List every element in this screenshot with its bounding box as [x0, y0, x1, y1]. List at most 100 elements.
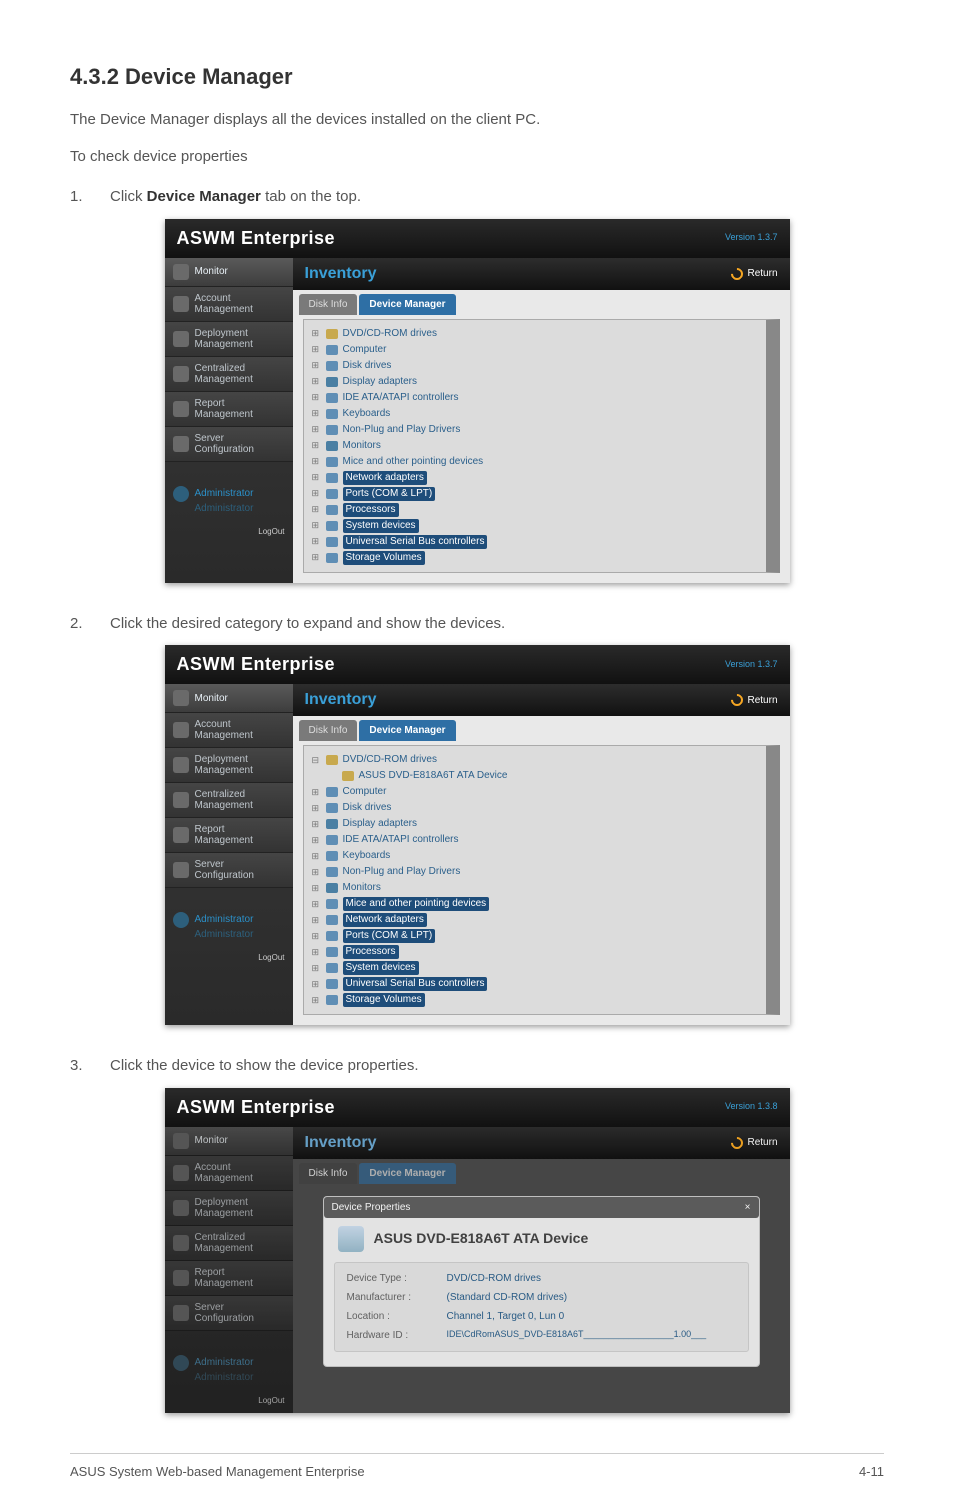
tree-item[interactable]: Display adapters: [343, 375, 417, 389]
tree-item[interactable]: Non-Plug and Play Drivers: [343, 423, 461, 437]
expand-icon[interactable]: ⊞: [312, 818, 321, 831]
expand-icon[interactable]: ⊞: [312, 503, 321, 516]
sidebar-item-centralized[interactable]: Centralized Management: [165, 1226, 293, 1261]
tree-item[interactable]: DVD/CD-ROM drives: [343, 327, 437, 341]
expand-icon[interactable]: ⊞: [312, 850, 321, 863]
sidebar-item-label: Report Management: [195, 1267, 285, 1289]
tree-item[interactable]: Display adapters: [343, 817, 417, 831]
logout-link[interactable]: LogOut: [165, 952, 293, 970]
tree-item[interactable]: Computer: [343, 343, 387, 357]
tab-device-manager[interactable]: Device Manager: [359, 720, 455, 741]
tree-item[interactable]: Storage Volumes: [343, 551, 425, 565]
sidebar-item-server[interactable]: Server Configuration: [165, 1296, 293, 1331]
tree-item[interactable]: Processors: [343, 945, 399, 959]
sidebar-item-monitor[interactable]: Monitor: [165, 684, 293, 713]
expand-icon[interactable]: ⊞: [312, 407, 321, 420]
sidebar-item-monitor[interactable]: Monitor: [165, 1127, 293, 1156]
sidebar-item-monitor[interactable]: Monitor: [165, 258, 293, 287]
expand-icon[interactable]: ⊞: [312, 423, 321, 436]
sidebar-item-account[interactable]: Account Management: [165, 287, 293, 322]
return-button[interactable]: Return: [731, 266, 777, 281]
tab-device-manager[interactable]: Device Manager: [359, 1163, 455, 1184]
expand-icon[interactable]: ⊞: [312, 946, 321, 959]
expand-icon[interactable]: ⊞: [312, 786, 321, 799]
expand-icon[interactable]: ⊞: [312, 930, 321, 943]
sidebar-item-report[interactable]: Report Management: [165, 1261, 293, 1296]
sidebar-item-server[interactable]: Server Configuration: [165, 853, 293, 888]
tree-item[interactable]: Processors: [343, 503, 399, 517]
tree-item[interactable]: Mice and other pointing devices: [343, 455, 484, 469]
logout-link[interactable]: LogOut: [165, 1395, 293, 1413]
tree-item[interactable]: Universal Serial Bus controllers: [343, 535, 488, 549]
collapse-icon[interactable]: ⊟: [312, 754, 321, 767]
expand-icon[interactable]: ⊞: [312, 978, 321, 991]
tree-item[interactable]: System devices: [343, 519, 419, 533]
expand-icon[interactable]: ⊞: [312, 519, 321, 532]
tree-item[interactable]: Keyboards: [343, 849, 391, 863]
expand-icon[interactable]: ⊞: [312, 439, 321, 452]
tree-item[interactable]: DVD/CD-ROM drives: [343, 753, 437, 767]
expand-icon[interactable]: ⊞: [312, 834, 321, 847]
tree-item[interactable]: Monitors: [343, 881, 381, 895]
tree-item[interactable]: IDE ATA/ATAPI controllers: [343, 391, 459, 405]
expand-icon[interactable]: ⊞: [312, 962, 321, 975]
tree-item[interactable]: Network adapters: [343, 471, 427, 485]
expand-icon[interactable]: ⊞: [312, 535, 321, 548]
expand-icon[interactable]: ⊞: [312, 327, 321, 340]
tree-item[interactable]: Keyboards: [343, 407, 391, 421]
expand-icon[interactable]: ⊞: [312, 802, 321, 815]
sidebar-item-account[interactable]: Account Management: [165, 713, 293, 748]
tree-item[interactable]: Disk drives: [343, 801, 392, 815]
return-button[interactable]: Return: [731, 1135, 777, 1150]
sidebar-item-account[interactable]: Account Management: [165, 1156, 293, 1191]
tab-disk-info[interactable]: Disk Info: [299, 720, 358, 741]
expand-icon[interactable]: ⊞: [312, 391, 321, 404]
field-value: DVD/CD-ROM drives: [447, 1271, 541, 1286]
sidebar-item-centralized[interactable]: Centralized Management: [165, 783, 293, 818]
tree-item[interactable]: Disk drives: [343, 359, 392, 373]
expand-icon[interactable]: ⊞: [312, 551, 321, 564]
tree-item[interactable]: System devices: [343, 961, 419, 975]
sidebar-item-report[interactable]: Report Management: [165, 818, 293, 853]
mouse-icon: [326, 457, 338, 467]
tree-item[interactable]: Mice and other pointing devices: [343, 897, 490, 911]
sidebar-item-label: Centralized Management: [195, 1232, 285, 1254]
expand-icon[interactable]: ⊞: [312, 914, 321, 927]
tree-item[interactable]: Ports (COM & LPT): [343, 487, 436, 501]
tree-item[interactable]: IDE ATA/ATAPI controllers: [343, 833, 459, 847]
expand-icon[interactable]: ⊞: [312, 487, 321, 500]
tab-disk-info[interactable]: Disk Info: [299, 1163, 358, 1184]
return-button[interactable]: Return: [731, 693, 777, 708]
tree-item[interactable]: Computer: [343, 785, 387, 799]
tree-child-item[interactable]: ASUS DVD-E818A6T ATA Device: [359, 769, 508, 783]
close-icon[interactable]: ×: [745, 1200, 751, 1215]
expand-icon[interactable]: ⊞: [312, 898, 321, 911]
sidebar-item-deployment[interactable]: Deployment Management: [165, 1191, 293, 1226]
return-label: Return: [747, 266, 777, 281]
tree-item[interactable]: Non-Plug and Play Drivers: [343, 865, 461, 879]
sidebar-item-server[interactable]: Server Configuration: [165, 427, 293, 462]
expand-icon[interactable]: ⊞: [312, 375, 321, 388]
expand-icon[interactable]: ⊞: [312, 866, 321, 879]
logout-link[interactable]: LogOut: [165, 526, 293, 544]
expand-icon[interactable]: ⊞: [312, 471, 321, 484]
sidebar-item-centralized[interactable]: Centralized Management: [165, 357, 293, 392]
app-titlebar: ASWM Enterprise Version 1.3.7: [165, 645, 790, 684]
tab-disk-info[interactable]: Disk Info: [299, 294, 358, 315]
tab-device-manager[interactable]: Device Manager: [359, 294, 455, 315]
expand-icon[interactable]: ⊞: [312, 343, 321, 356]
sidebar-item-deployment[interactable]: Deployment Management: [165, 322, 293, 357]
tree-item[interactable]: Universal Serial Bus controllers: [343, 977, 488, 991]
expand-icon[interactable]: ⊞: [312, 455, 321, 468]
tree-item[interactable]: Network adapters: [343, 913, 427, 927]
sidebar-item-label: Monitor: [195, 693, 228, 704]
expand-icon[interactable]: ⊞: [312, 882, 321, 895]
expand-icon[interactable]: ⊞: [312, 994, 321, 1007]
sidebar: Monitor Account Management Deployment Ma…: [165, 684, 293, 1025]
expand-icon[interactable]: ⊞: [312, 359, 321, 372]
tree-item[interactable]: Ports (COM & LPT): [343, 929, 436, 943]
tree-item[interactable]: Storage Volumes: [343, 993, 425, 1007]
sidebar-item-deployment[interactable]: Deployment Management: [165, 748, 293, 783]
tree-item[interactable]: Monitors: [343, 439, 381, 453]
sidebar-item-report[interactable]: Report Management: [165, 392, 293, 427]
